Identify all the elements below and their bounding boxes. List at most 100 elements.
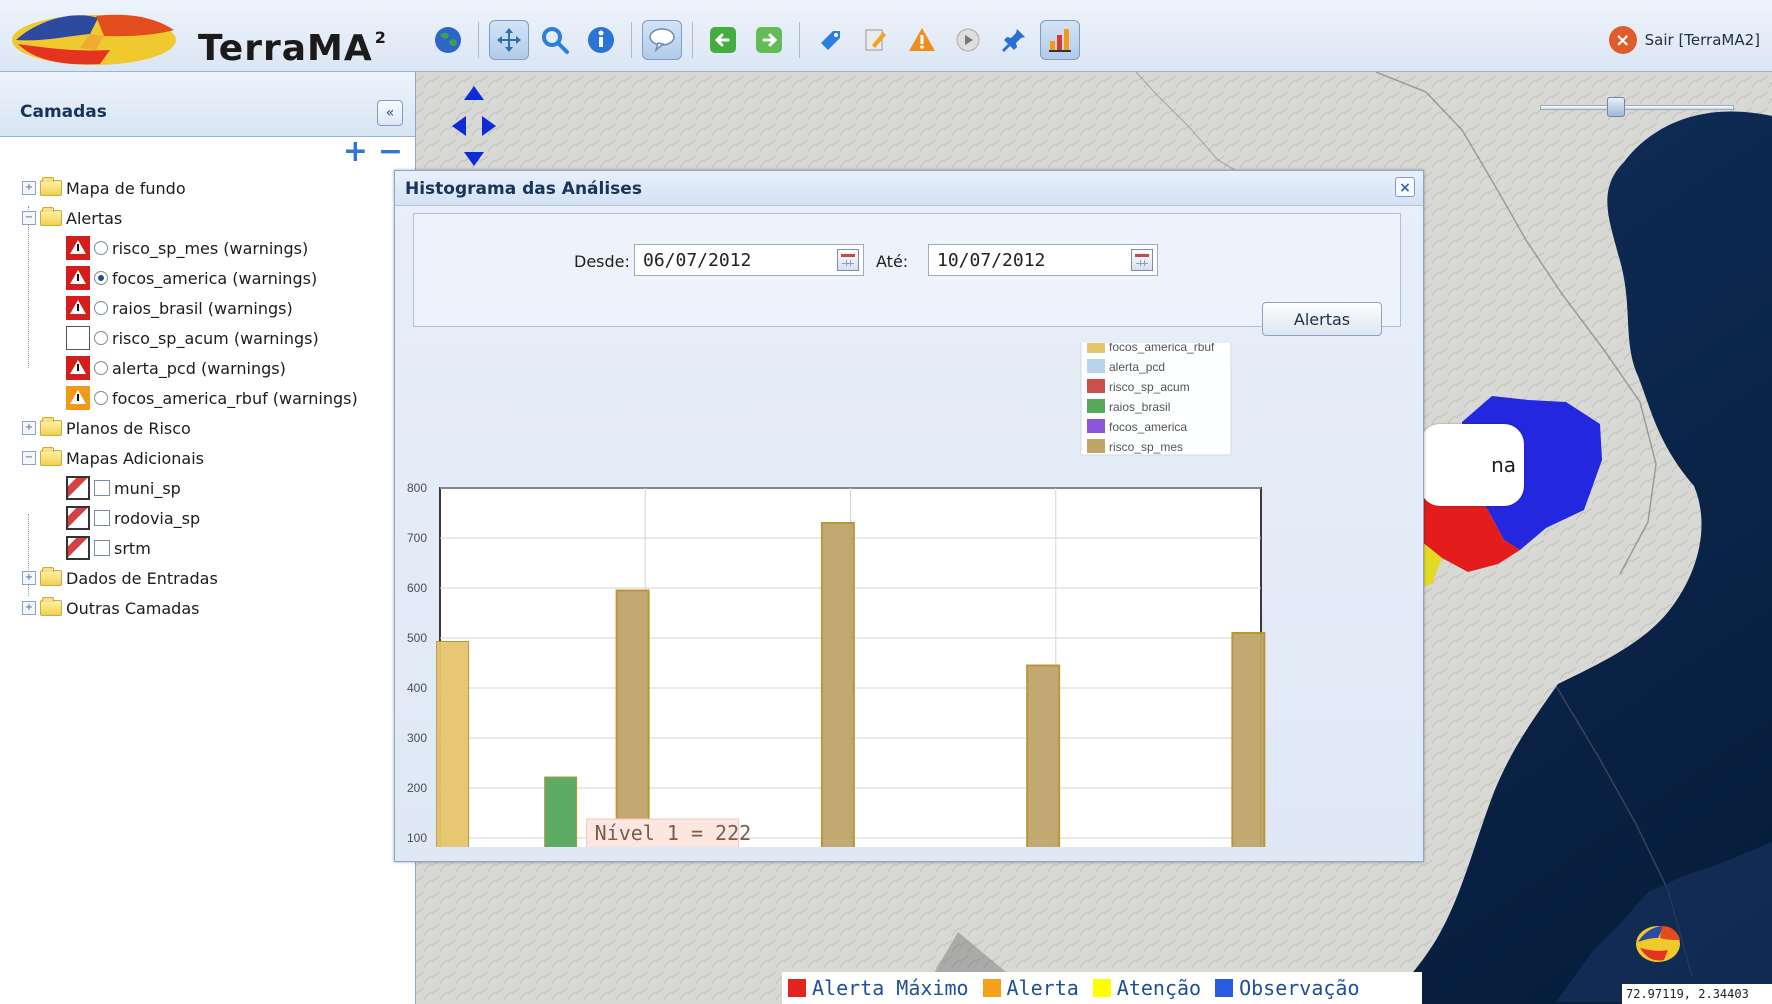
remove-layer-icon[interactable]: − bbox=[378, 137, 403, 167]
map-layer-icon bbox=[66, 476, 90, 500]
brand-text: TerraMA bbox=[198, 28, 373, 69]
globe-tool[interactable] bbox=[428, 20, 468, 60]
tree-label: Outras Camadas bbox=[66, 598, 200, 618]
map-layer-icon bbox=[66, 536, 90, 560]
tree-layer-rodovia-sp[interactable]: rodovia_sp bbox=[66, 506, 200, 530]
tree-folder-alertas[interactable]: − Alertas bbox=[22, 206, 122, 230]
y-tick-label: 700 bbox=[407, 531, 427, 545]
tree-label: alerta_pcd (warnings) bbox=[112, 358, 286, 378]
layer-radio[interactable] bbox=[94, 331, 108, 345]
map-coordinates: 72.97119, 2.34403 bbox=[1622, 984, 1772, 1004]
map-label-text: na bbox=[1491, 453, 1516, 477]
tag-tool[interactable] bbox=[810, 20, 850, 60]
legend-swatch-risco-sp-mes bbox=[1087, 439, 1105, 453]
top-toolbar: TerraMA 2 × Sair [TerraMA2] bbox=[0, 0, 1772, 72]
legend-label-alerta-maximo: Alerta Máximo bbox=[812, 976, 969, 1000]
layer-checkbox[interactable] bbox=[94, 540, 110, 556]
layers-panel-title: Camadas bbox=[20, 102, 107, 122]
speech-bubble-tool[interactable] bbox=[642, 20, 682, 60]
expand-icon[interactable]: + bbox=[22, 421, 36, 435]
layers-panel-header: Camadas « bbox=[0, 72, 415, 137]
legend-label-observacao: Observação bbox=[1239, 976, 1360, 1000]
alert-red-icon bbox=[66, 356, 90, 380]
tree-connector bbox=[28, 206, 29, 368]
chart-icon bbox=[1049, 29, 1071, 52]
logout-label: Sair [TerraMA2] bbox=[1644, 31, 1760, 49]
zoom-thumb[interactable] bbox=[1607, 97, 1625, 117]
tree-warning-layer[interactable]: raios_brasil (warnings) bbox=[66, 296, 293, 320]
bar-raios-brasil bbox=[544, 776, 578, 847]
info-tool[interactable] bbox=[581, 20, 621, 60]
legend-label-risco-sp-mes: risco_sp_mes bbox=[1109, 440, 1183, 454]
bar-risco-sp-mes bbox=[1026, 664, 1061, 847]
calendar-icon[interactable] bbox=[1131, 249, 1153, 271]
play-tool[interactable] bbox=[948, 20, 988, 60]
collapse-icon[interactable]: − bbox=[22, 451, 36, 465]
y-tick-label: 400 bbox=[407, 681, 427, 695]
layer-radio[interactable] bbox=[94, 301, 108, 315]
layer-radio-selected[interactable] bbox=[94, 271, 108, 285]
expand-icon[interactable]: + bbox=[22, 601, 36, 615]
date-filter-panel: Desde: 06/07/2012 Até: 10/07/2012 Alerta… bbox=[413, 213, 1401, 336]
tree-warning-layer-selected[interactable]: focos_america (warnings) bbox=[66, 266, 317, 290]
y-tick-label: 800 bbox=[407, 481, 427, 495]
tree-layer-muni-sp[interactable]: muni_sp bbox=[66, 476, 181, 500]
terrama-watermark bbox=[1630, 920, 1762, 976]
histogram-tool[interactable] bbox=[1040, 20, 1080, 60]
tree-layer-srtm[interactable]: srtm bbox=[66, 536, 151, 560]
tree-folder-mapa-de-fundo[interactable]: + Mapa de fundo bbox=[22, 176, 186, 200]
edit-tool[interactable] bbox=[856, 20, 896, 60]
expand-icon[interactable]: + bbox=[22, 571, 36, 585]
terrama-logo: TerraMA 2 bbox=[8, 10, 410, 69]
tree-label: risco_sp_acum (warnings) bbox=[112, 328, 319, 348]
expand-icon[interactable]: + bbox=[22, 181, 36, 195]
bar-focos-america-rbuf bbox=[436, 641, 470, 847]
from-label: Desde: bbox=[574, 252, 630, 271]
tree-folder-planos-de-risco[interactable]: + Planos de Risco bbox=[22, 416, 191, 440]
terrama-app: TerraMA 2 × Sair [TerraMA2] Camadas « + … bbox=[0, 0, 1772, 1004]
tree-folder-dados-de-entradas[interactable]: + Dados de Entradas bbox=[22, 566, 218, 590]
tree-label: Mapas Adicionais bbox=[66, 448, 205, 468]
folder-icon bbox=[40, 597, 62, 616]
forward-tool[interactable] bbox=[749, 20, 789, 60]
dialog-header: Histograma das Análises × bbox=[395, 171, 1423, 206]
tree-warning-layer[interactable]: risco_sp_acum (warnings) bbox=[66, 326, 319, 350]
tree-warning-layer[interactable]: alerta_pcd (warnings) bbox=[66, 356, 286, 380]
legend-swatch-atencao bbox=[1092, 979, 1111, 997]
layer-radio[interactable] bbox=[94, 361, 108, 375]
layer-checkbox[interactable] bbox=[94, 510, 110, 526]
back-tool[interactable] bbox=[703, 20, 743, 60]
pin-tool[interactable] bbox=[994, 20, 1034, 60]
layer-checkbox[interactable] bbox=[94, 480, 110, 496]
tree-warning-layer[interactable]: risco_sp_mes (warnings) bbox=[66, 236, 308, 260]
collapse-panel-button[interactable]: « bbox=[377, 100, 403, 126]
empty-alert-icon bbox=[66, 326, 90, 350]
y-tick-label: 600 bbox=[407, 581, 427, 595]
logout-button[interactable]: × Sair [TerraMA2] bbox=[1608, 26, 1760, 54]
legend-label-alerta-pcd: alerta_pcd bbox=[1109, 360, 1165, 374]
warning-tool[interactable] bbox=[902, 20, 942, 60]
y-tick-label: 500 bbox=[407, 631, 427, 645]
calendar-icon[interactable] bbox=[837, 249, 859, 271]
speech-bubble-icon bbox=[649, 28, 675, 53]
tree-folder-mapas-adicionais[interactable]: − Mapas Adicionais bbox=[22, 446, 204, 470]
layer-radio[interactable] bbox=[94, 241, 108, 255]
tree-warning-layer[interactable]: focos_america_rbuf (warnings) bbox=[66, 386, 358, 410]
open-folder-icon bbox=[40, 447, 62, 466]
alert-orange-icon bbox=[66, 386, 90, 410]
map-label-bubble: na bbox=[1420, 424, 1524, 506]
brand-name: TerraMA 2 bbox=[198, 28, 387, 69]
pan-arrows[interactable] bbox=[452, 86, 496, 166]
close-icon[interactable]: × bbox=[1395, 177, 1415, 197]
add-layer-icon[interactable]: + bbox=[343, 137, 368, 167]
pan-tool[interactable] bbox=[489, 20, 529, 60]
zoom-tool[interactable] bbox=[535, 20, 575, 60]
collapse-icon[interactable]: − bbox=[22, 211, 36, 225]
to-date-field[interactable]: 10/07/2012 bbox=[928, 244, 1158, 276]
zoom-slider[interactable] bbox=[1540, 97, 1734, 117]
alertas-button[interactable]: Alertas bbox=[1262, 302, 1382, 336]
from-date-field[interactable]: 06/07/2012 bbox=[634, 244, 864, 276]
tree-folder-outras-camadas[interactable]: + Outras Camadas bbox=[22, 596, 199, 620]
layer-radio[interactable] bbox=[94, 391, 108, 405]
zoom-track bbox=[1540, 105, 1734, 110]
